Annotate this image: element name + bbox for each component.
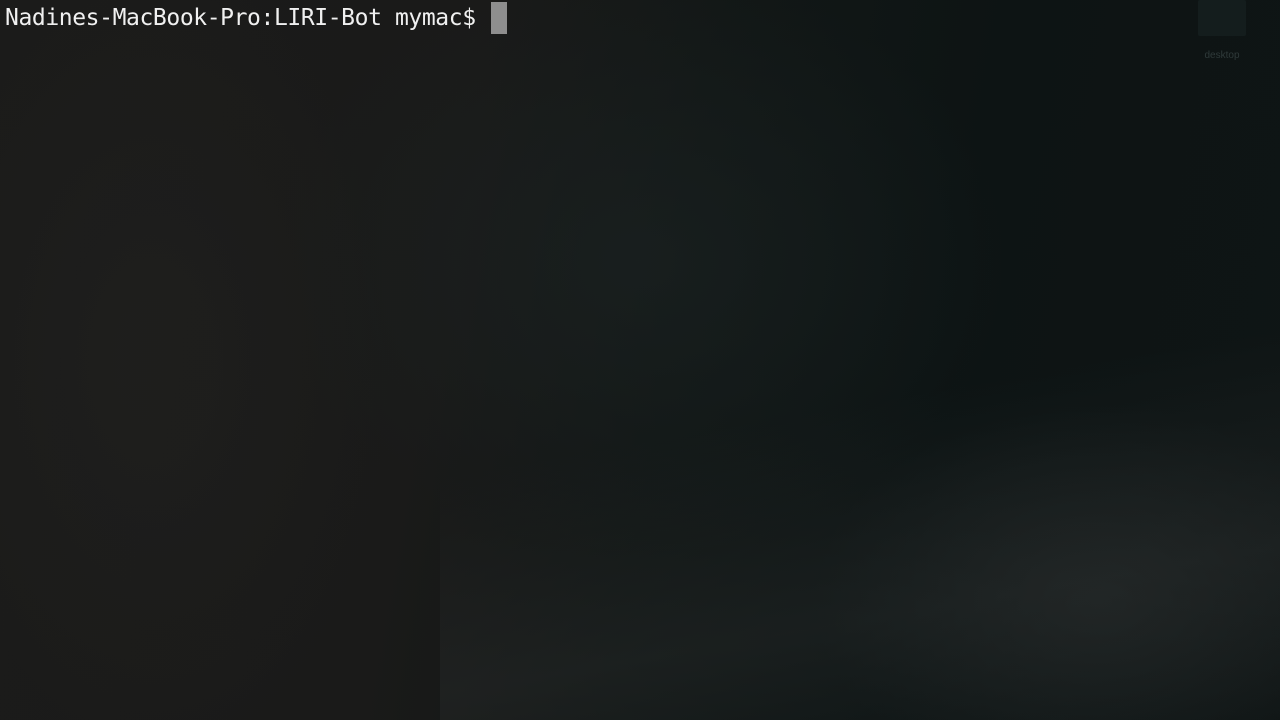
desktop-folder-item[interactable]: desktop xyxy=(1196,0,1248,66)
terminal-prompt: Nadines-MacBook-Pro:LIRI-Bot mymac$ xyxy=(5,5,476,31)
desktop-folder-label: desktop xyxy=(1204,50,1240,61)
terminal-window[interactable]: Nadines-MacBook-Pro:LIRI-Bot mymac$ xyxy=(0,0,1280,720)
terminal-prompt-line[interactable]: Nadines-MacBook-Pro:LIRI-Bot mymac$ xyxy=(5,1,507,35)
terminal-cursor xyxy=(490,2,507,34)
folder-icon xyxy=(1198,0,1246,36)
